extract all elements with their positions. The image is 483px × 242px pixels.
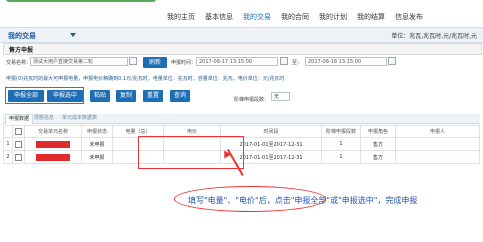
col-index xyxy=(3,125,13,138)
nav-item-home[interactable]: 我的主页 xyxy=(162,10,200,24)
unit-name-cell xyxy=(24,137,82,151)
row-index: 2 xyxy=(3,150,13,164)
panel-title: 售方申报 xyxy=(9,47,34,54)
col-role: 申报角色 xyxy=(360,125,396,138)
tab-declare-data[interactable]: 申报数据 xyxy=(5,114,34,124)
row-checkbox[interactable] xyxy=(15,140,22,148)
main-nav: 我的主页 基本信息 我的交易 我的合同 我的计划 我的结算 信息发布 xyxy=(162,10,428,24)
row-select xyxy=(12,150,25,164)
step-count-select[interactable]: 无 xyxy=(271,92,290,101)
col-user: 申报人 xyxy=(395,125,480,138)
nav-item-my-contract[interactable]: 我的合同 xyxy=(276,10,314,24)
nav-item-my-plan[interactable]: 我的计划 xyxy=(314,10,352,24)
tab-limit-info[interactable]: 限额信息 xyxy=(31,114,57,123)
steps-cell: 1 xyxy=(321,150,361,164)
role-cell: 售方 xyxy=(360,150,396,164)
row-checkbox[interactable] xyxy=(15,153,22,161)
panel-header: 售方申报 xyxy=(3,43,482,55)
to-label: 至： xyxy=(292,60,303,66)
end-time-input[interactable]: 2017-08-18 13:15:00 xyxy=(305,57,387,66)
nav-item-info-publish[interactable]: 信息发布 xyxy=(390,10,428,24)
brand-logo-strip xyxy=(6,0,156,2)
top-navbar: 我的主页 基本信息 我的交易 我的合同 我的计划 我的结算 信息发布 xyxy=(0,0,483,27)
data-tabs: 申报数据 限额信息 单元成本数据表 xyxy=(3,114,480,124)
chevron-down-icon[interactable] xyxy=(70,33,76,37)
redacted-unit-name xyxy=(36,153,70,161)
nav-item-my-settlement[interactable]: 我的结算 xyxy=(352,10,390,24)
user-cell xyxy=(395,150,480,164)
row-select xyxy=(12,137,25,151)
copy-button[interactable]: 复制 xyxy=(116,90,136,102)
steps-cell: 1 xyxy=(321,137,361,151)
calendar-icon[interactable] xyxy=(280,57,288,65)
select-all-checkbox[interactable] xyxy=(15,128,22,135)
status-cell: 未申报 xyxy=(81,137,113,151)
step-count-label: 阶梯申报段数： xyxy=(234,97,270,103)
nav-item-basic-info[interactable]: 基本信息 xyxy=(200,10,238,24)
sub-header: 我的交易 单位：兆瓦,兆瓦时,元/兆瓦时,元 xyxy=(0,27,483,43)
start-time-label: 申报时间： xyxy=(171,60,197,66)
section-title[interactable]: 我的交易 xyxy=(8,31,36,41)
dropdown-icon[interactable] xyxy=(129,57,137,65)
col-steps: 阶梯申报段数 xyxy=(321,125,361,138)
role-cell: 售方 xyxy=(360,137,396,151)
highlight-declare-buttons xyxy=(5,87,84,104)
unit-name-cell xyxy=(24,150,82,164)
col-unit-name: 交易单元名称 xyxy=(24,125,82,138)
notice-text: 申报(0)兆瓦时的最大可申报电量，申报电价精确到0.1元/兆瓦时，电量单位：兆瓦… xyxy=(6,76,285,82)
calendar-icon[interactable] xyxy=(388,57,396,65)
paste-button[interactable]: 粘贴 xyxy=(90,90,110,102)
annotation-text: 填写"电量"、"电价"后，点击"申报全部"或"申报选中"，完成申报 xyxy=(188,196,418,205)
status-cell: 未申报 xyxy=(81,150,113,164)
trade-name-select[interactable]: 测试大用户直接交易第二轮 xyxy=(30,57,128,66)
row-index: 1 xyxy=(3,137,13,151)
col-select xyxy=(12,125,25,138)
query-button[interactable]: 查询 xyxy=(170,90,190,102)
redacted-unit-name xyxy=(36,140,70,148)
reset-button[interactable]: 重置 xyxy=(143,90,163,102)
col-status: 申报状态 xyxy=(81,125,113,138)
tab-unit-cost[interactable]: 单元成本数据表 xyxy=(59,114,100,123)
start-time-input[interactable]: 2017-08-17 13:15:00 xyxy=(196,57,278,66)
refresh-button[interactable]: 刷新 xyxy=(143,57,167,68)
user-cell xyxy=(395,137,480,151)
trade-name-label: 交易名称： xyxy=(6,60,32,66)
nav-item-my-trade[interactable]: 我的交易 xyxy=(238,10,276,24)
unit-info: 单位：兆瓦,兆瓦时,元/兆瓦时,元 xyxy=(391,33,477,40)
filter-bar: 交易名称： 测试大用户直接交易第二轮 刷新 申报时间： 2017-08-17 1… xyxy=(3,56,480,74)
